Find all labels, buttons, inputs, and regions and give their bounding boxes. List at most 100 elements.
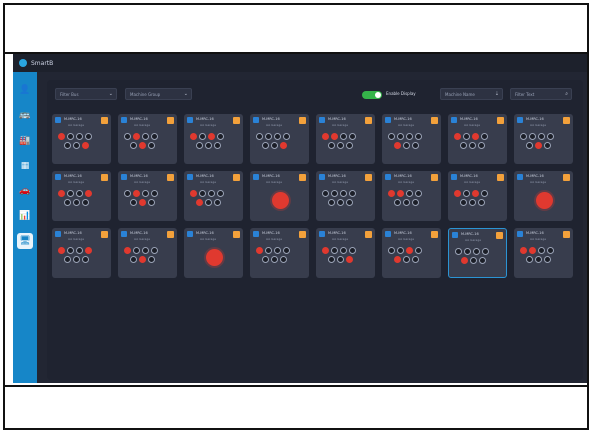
machine-checkbox[interactable] [517, 231, 523, 237]
bus-icon[interactable]: 🚌 [19, 109, 31, 121]
warning-badge-icon [167, 231, 174, 238]
status-dot-icon [265, 247, 272, 254]
status-dot-icon [142, 190, 149, 197]
app-window: SmartB 👤 🚌 🏭 ▦ 🚗 📊 🖥 Filter Bus ⌄ Machin… [13, 54, 587, 383]
machine-checkbox[interactable] [385, 117, 391, 123]
machine-card[interactable]: M-MRC-16 AA Garage [316, 171, 375, 221]
machine-checkbox[interactable] [385, 174, 391, 180]
machine-subtitle: AA Garage [398, 237, 415, 241]
status-dot-icon [133, 190, 140, 197]
machine-subtitle: AA Garage [200, 180, 217, 184]
machine-checkbox[interactable] [319, 174, 325, 180]
machine-card[interactable]: M-MRC-16 AA Garage [514, 228, 573, 278]
machine-subtitle: AA Garage [266, 237, 283, 241]
status-dot-icon [328, 142, 335, 149]
machine-checkbox[interactable] [517, 117, 523, 123]
machine-card[interactable]: M-MRC-16 AA Garage [184, 171, 243, 221]
status-dot-icon [76, 190, 83, 197]
status-dot-icon [199, 190, 206, 197]
logo-icon [19, 59, 27, 67]
sidebar: 👤 🚌 🏭 ▦ 🚗 📊 🖥 [13, 72, 37, 383]
warning-badge-icon [101, 174, 108, 181]
machine-card[interactable]: M-MRC-16 AA Garage [250, 228, 309, 278]
status-dot-icon [139, 142, 146, 149]
divider [3, 385, 589, 387]
status-dot-icon [526, 142, 533, 149]
machine-card[interactable]: M-MRC-16 AA Garage [118, 114, 177, 164]
machine-checkbox[interactable] [451, 174, 457, 180]
machine-card[interactable]: M-MRC-16 AA Garage [316, 114, 375, 164]
machine-checkbox[interactable] [253, 174, 259, 180]
machine-card[interactable]: M-MRC-16 AA Garage [382, 114, 441, 164]
machines-panel: Filter Bus ⌄ Machine Group ⌄ Enable Disp… [47, 80, 583, 380]
machine-title: M-MRC-16 [130, 117, 148, 121]
machine-card[interactable]: M-MRC-16 AA Garage [250, 114, 309, 164]
machine-card[interactable]: M-MRC-16 AA Garage [184, 114, 243, 164]
status-dot-icon [547, 133, 554, 140]
status-dot-icon [139, 199, 146, 206]
machine-subtitle: AA Garage [134, 237, 151, 241]
status-dot-icon [520, 247, 527, 254]
machine-checkbox[interactable] [187, 231, 193, 237]
machine-title: M-MRC-16 [64, 117, 82, 121]
machine-card[interactable]: M-MRC-16 AA Garage [514, 114, 573, 164]
machine-card[interactable]: M-MRC-16 AA Garage [514, 171, 573, 221]
status-dot-icon [274, 247, 281, 254]
machine-card[interactable]: M-MRC-16 AA Garage [52, 114, 111, 164]
machine-checkbox[interactable] [253, 231, 259, 237]
status-dot-icon [349, 247, 356, 254]
machine-checkbox[interactable] [55, 231, 61, 237]
machine-card[interactable]: M-MRC-16 AA Garage [448, 114, 507, 164]
status-dot-icon [271, 142, 278, 149]
warning-badge-icon [299, 231, 306, 238]
machine-card[interactable]: M-MRC-16 AA Garage [118, 228, 177, 278]
machine-card[interactable]: M-MRC-16 AA Garage [52, 228, 111, 278]
machine-checkbox[interactable] [121, 231, 127, 237]
status-dot-icon [547, 247, 554, 254]
machine-checkbox[interactable] [55, 117, 61, 123]
status-dot-icon [349, 190, 356, 197]
machine-card[interactable]: M-MRC-16 AA Garage [118, 171, 177, 221]
machine-subtitle: AA Garage [464, 123, 481, 127]
display-toggle[interactable] [362, 91, 382, 99]
chart-icon[interactable]: 📊 [19, 210, 31, 222]
machine-card[interactable]: M-MRC-16 AA Garage [52, 171, 111, 221]
monitor-icon[interactable]: 🖥 [17, 233, 33, 249]
machine-checkbox[interactable] [121, 174, 127, 180]
machine-card[interactable]: M-MRC-16 AA Garage [448, 171, 507, 221]
warning-badge-icon [365, 231, 372, 238]
machine-subtitle: AA Garage [465, 238, 482, 242]
machine-card[interactable]: M-MRC-16 AA Garage [250, 171, 309, 221]
machine-checkbox[interactable] [385, 231, 391, 237]
machine-subtitle: AA Garage [398, 180, 415, 184]
status-dot-icon [397, 247, 404, 254]
status-dot-icon [535, 142, 542, 149]
factory-icon[interactable]: 🏭 [19, 135, 31, 147]
machine-checkbox[interactable] [319, 231, 325, 237]
warning-badge-icon [101, 231, 108, 238]
machine-checkbox[interactable] [121, 117, 127, 123]
machine-checkbox[interactable] [319, 117, 325, 123]
machine-checkbox[interactable] [517, 174, 523, 180]
car-icon[interactable]: 🚗 [19, 185, 31, 197]
machine-checkbox[interactable] [452, 232, 458, 238]
machine-checkbox[interactable] [253, 117, 259, 123]
machine-checkbox[interactable] [451, 117, 457, 123]
user-icon[interactable]: 👤 [19, 84, 31, 96]
group-filter-select[interactable]: Machine Group ⌄ [125, 88, 192, 100]
machine-name-select[interactable]: Machine Name ⇣ [440, 88, 503, 100]
status-dot-icon [337, 256, 344, 263]
list-icon[interactable]: ▦ [19, 160, 31, 172]
bus-filter-select[interactable]: Filter Bus ⌄ [55, 88, 117, 100]
machine-checkbox[interactable] [187, 174, 193, 180]
status-dot-icon [461, 257, 468, 264]
machine-card[interactable]: M-MRC-16 AA Garage [382, 171, 441, 221]
search-input[interactable]: Filter Text ⌕ [510, 88, 572, 100]
machine-card[interactable]: M-MRC-16 AA Garage [448, 228, 507, 278]
machine-checkbox[interactable] [55, 174, 61, 180]
machine-checkbox[interactable] [187, 117, 193, 123]
machine-card[interactable]: M-MRC-16 AA Garage [382, 228, 441, 278]
machine-card[interactable]: M-MRC-16 AA Garage [184, 228, 243, 278]
machine-card[interactable]: M-MRC-16 AA Garage [316, 228, 375, 278]
status-dot-icon [482, 248, 489, 255]
